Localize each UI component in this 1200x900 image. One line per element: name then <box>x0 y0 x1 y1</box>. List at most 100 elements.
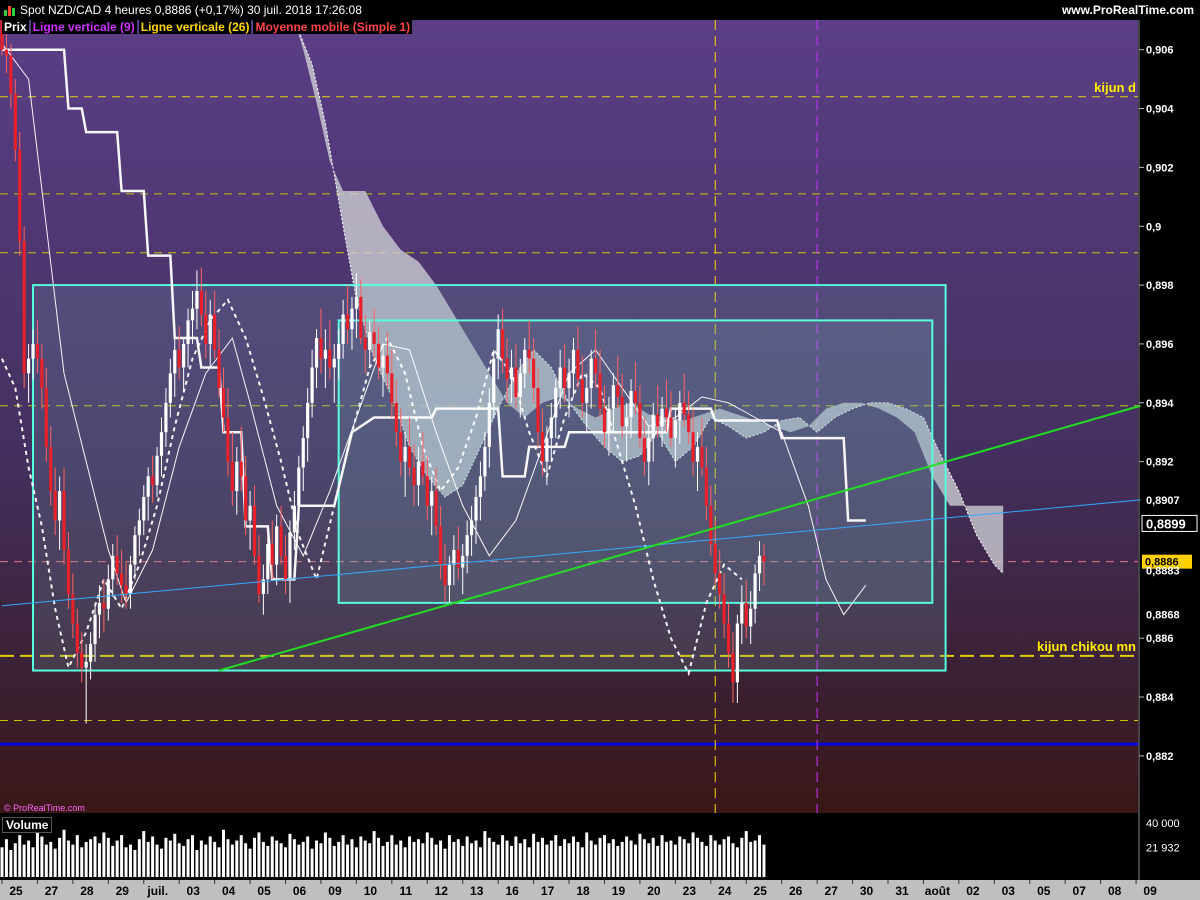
candle-body <box>230 461 234 492</box>
candle-body <box>616 385 620 397</box>
candle-body <box>656 414 660 427</box>
price-tag-label: 0,8899 <box>1146 516 1186 531</box>
candle-body <box>469 520 474 536</box>
x-tick-label: 05 <box>257 884 271 898</box>
volume-bar <box>514 836 518 877</box>
y-tick-label: 0,896 <box>1146 339 1174 351</box>
candle-body <box>328 349 332 368</box>
volume-bar <box>567 843 571 877</box>
volume-tick-label: 21 932 <box>1146 842 1180 854</box>
volume-bar <box>226 839 230 877</box>
candle-body <box>40 358 44 389</box>
candle-body <box>137 520 141 536</box>
candle-body <box>447 564 452 586</box>
candle-body <box>709 505 713 545</box>
x-tick-label: 23 <box>683 884 697 898</box>
candle-body <box>465 535 469 556</box>
x-tick-label: 09 <box>1143 884 1157 898</box>
candle-body <box>735 623 739 683</box>
volume-bar <box>58 837 62 877</box>
candle-body <box>691 432 695 462</box>
indicator-ligne-verticale-9[interactable]: Ligne verticale (9) <box>30 20 137 34</box>
volume-bar <box>80 847 84 877</box>
volume-bar <box>536 841 540 877</box>
candle-body <box>478 476 483 497</box>
volume-bar <box>319 843 323 877</box>
candle-body <box>257 555 261 595</box>
volume-label: Volume <box>2 817 53 833</box>
candle-body <box>740 602 744 624</box>
candle-body <box>310 367 314 403</box>
candle-body <box>111 555 115 580</box>
candle-body <box>443 564 447 586</box>
volume-bar <box>616 845 620 877</box>
indicator-prix[interactable]: Prix <box>2 20 29 34</box>
volume-bar <box>656 845 660 877</box>
volume-bar <box>301 841 305 877</box>
volume-bar <box>403 847 407 877</box>
x-tick-label: 06 <box>293 884 307 898</box>
candle-body <box>155 455 159 486</box>
candle-body <box>297 467 301 506</box>
candle-body <box>647 438 651 462</box>
volume-bar <box>465 836 469 877</box>
candle-body <box>66 549 71 595</box>
candle-body <box>4 49 9 56</box>
volume-bar <box>735 847 739 877</box>
candle-body <box>279 526 283 556</box>
volume-bar <box>660 835 664 877</box>
y-tick-label: 0,882 <box>1146 751 1174 763</box>
volume-bar <box>696 837 700 877</box>
candle-body <box>106 579 110 609</box>
indicator-moyenne-mobile[interactable]: Moyenne mobile (Simple 1) <box>253 20 413 34</box>
candle-body <box>425 476 429 506</box>
candle-body <box>718 573 722 595</box>
volume-bar <box>279 843 283 877</box>
candle-body <box>629 391 633 418</box>
x-tick-label: 19 <box>612 884 626 898</box>
candle-body <box>9 55 13 94</box>
candle-body <box>115 555 119 574</box>
volume-bar <box>93 836 97 877</box>
volume-bar <box>762 844 766 877</box>
volume-bar <box>35 832 39 877</box>
volume-bar <box>571 836 575 877</box>
volume-bar <box>40 836 44 877</box>
candle-body <box>749 608 753 627</box>
candle-body <box>483 446 487 477</box>
chart-bars-icon <box>4 6 15 16</box>
volume-bar <box>540 837 544 877</box>
candle-body <box>438 526 443 565</box>
volume-bar <box>452 841 456 877</box>
candle-body <box>120 573 124 586</box>
volume-bar <box>213 841 217 877</box>
y-tick-label: 0,894 <box>1146 398 1174 410</box>
volume-bar <box>204 844 208 877</box>
brand-label[interactable]: www.ProRealTime.com <box>1062 3 1194 17</box>
volume-bar <box>691 832 695 877</box>
candle-body <box>598 373 602 409</box>
candle-body <box>159 432 164 456</box>
volume-bar <box>306 836 310 877</box>
volume-bar <box>642 839 646 877</box>
candle-body <box>704 467 708 506</box>
volume-bar <box>740 837 744 877</box>
volume-bar <box>359 836 363 877</box>
volume-bar <box>62 829 66 877</box>
x-tick-label: 18 <box>576 884 590 898</box>
candle-body <box>173 349 177 374</box>
indicator-ligne-verticale-26[interactable]: Ligne verticale (26) <box>138 20 252 34</box>
candle-body <box>527 349 531 359</box>
candle-body <box>456 549 460 568</box>
candle-body <box>399 432 403 462</box>
price-chart[interactable]: 0,906 0,904 0,902 0,9 0,898 0,896 0,894 0,892 0,… <box>0 20 1200 880</box>
volume-bar <box>704 845 708 877</box>
candle-body <box>142 496 146 521</box>
volume-bar <box>682 839 686 877</box>
price-tag-label: 0,8907 <box>1146 495 1180 507</box>
volume-bar <box>430 837 434 877</box>
volume-bar <box>474 840 478 877</box>
volume-bar <box>168 840 172 877</box>
candle-body <box>669 417 673 439</box>
volume-bar <box>328 837 332 877</box>
